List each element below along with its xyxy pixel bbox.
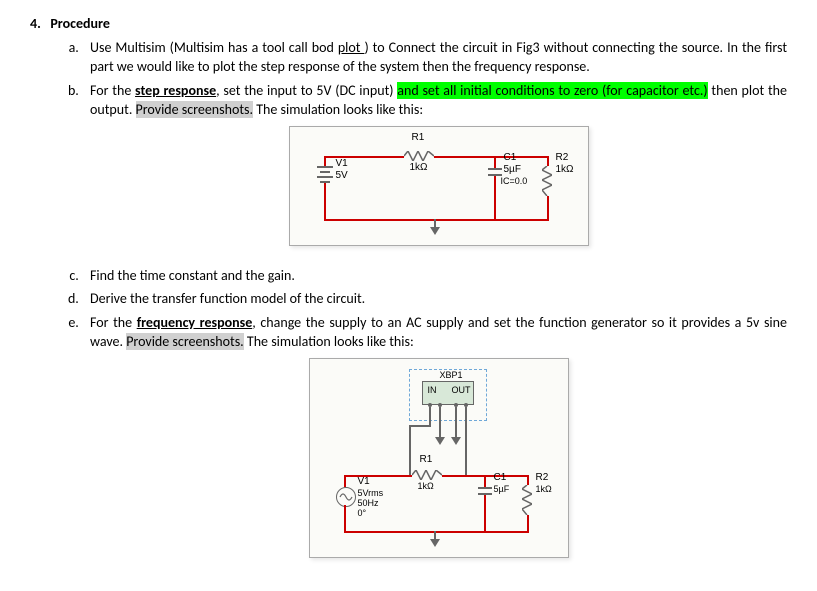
section-title: Procedure bbox=[50, 15, 110, 32]
figure-freq-response-inner: XBP1 IN OUT bbox=[309, 358, 569, 558]
c1-ic: IC=0.0 bbox=[501, 175, 528, 188]
item-c-text: Find the time constant and the gain. bbox=[90, 267, 295, 284]
c1-value-ac: 5µF bbox=[494, 483, 510, 496]
bode-out: OUT bbox=[452, 384, 471, 397]
figure-step-response-inner: R1 1kΩ V1 5V C1 5µF IC=0.0 R2 1kΩ bbox=[289, 126, 589, 246]
figure-step-response: R1 1kΩ V1 5V C1 5µF IC=0.0 R2 1kΩ bbox=[90, 126, 787, 252]
r1-value-ac: 1kΩ bbox=[418, 480, 434, 493]
v1-value: 5V bbox=[336, 169, 348, 183]
item-b-step-response: step response bbox=[135, 82, 216, 99]
r1-symbol bbox=[404, 151, 434, 161]
r2-symbol bbox=[542, 166, 552, 196]
procedure-list: Use Multisim (Multisim has a tool call b… bbox=[30, 38, 787, 564]
item-a-link: plot bbox=[338, 39, 365, 56]
r1-value: 1kΩ bbox=[410, 161, 428, 175]
item-e-highlight-grey: Provide screenshots. bbox=[126, 333, 244, 350]
item-d: Derive the transfer function model of th… bbox=[82, 289, 787, 309]
r1-symbol-ac bbox=[412, 470, 442, 480]
bode-in: IN bbox=[428, 384, 437, 397]
r2-value: 1kΩ bbox=[556, 163, 574, 177]
circuit-ac: XBP1 IN OUT bbox=[314, 363, 564, 553]
item-b-text2: , set the input to 5V (DC input) bbox=[216, 82, 397, 99]
figure-freq-response: XBP1 IN OUT bbox=[90, 358, 787, 564]
item-a-text1: Use Multisim (Multisim has a tool call b… bbox=[90, 39, 338, 56]
item-b: For the step response, set the input to … bbox=[82, 81, 787, 252]
item-c: Find the time constant and the gain. bbox=[82, 266, 787, 286]
r2-symbol-ac bbox=[522, 485, 532, 515]
circuit-dc: R1 1kΩ V1 5V C1 5µF IC=0.0 R2 1kΩ bbox=[294, 131, 584, 241]
item-b-highlight-grey: Provide screenshots. bbox=[136, 101, 254, 118]
r1-name: R1 bbox=[412, 131, 425, 145]
item-e-text3: The simulation looks like this: bbox=[244, 333, 414, 350]
item-d-text: Derive the transfer function model of th… bbox=[90, 290, 365, 307]
ac-source-symbol bbox=[336, 487, 356, 507]
section-heading: 4. Procedure bbox=[30, 14, 787, 34]
item-b-text1: For the bbox=[90, 82, 135, 99]
item-a: Use Multisim (Multisim has a tool call b… bbox=[82, 38, 787, 77]
r2-value-ac: 1kΩ bbox=[536, 483, 552, 496]
bode-name: XBP1 bbox=[440, 369, 463, 382]
item-b-highlight-green: and set all initial conditions to zero (… bbox=[397, 82, 707, 99]
v1-l3: 0° bbox=[358, 507, 367, 520]
section-number: 4. bbox=[30, 15, 41, 32]
item-e-text1: For the bbox=[90, 314, 137, 331]
item-e: For the frequency response, change the s… bbox=[82, 313, 787, 564]
item-b-text4: The simulation looks like this: bbox=[253, 101, 423, 118]
r1-name-ac: R1 bbox=[420, 453, 433, 467]
item-e-freq-response: frequency response bbox=[137, 314, 253, 331]
